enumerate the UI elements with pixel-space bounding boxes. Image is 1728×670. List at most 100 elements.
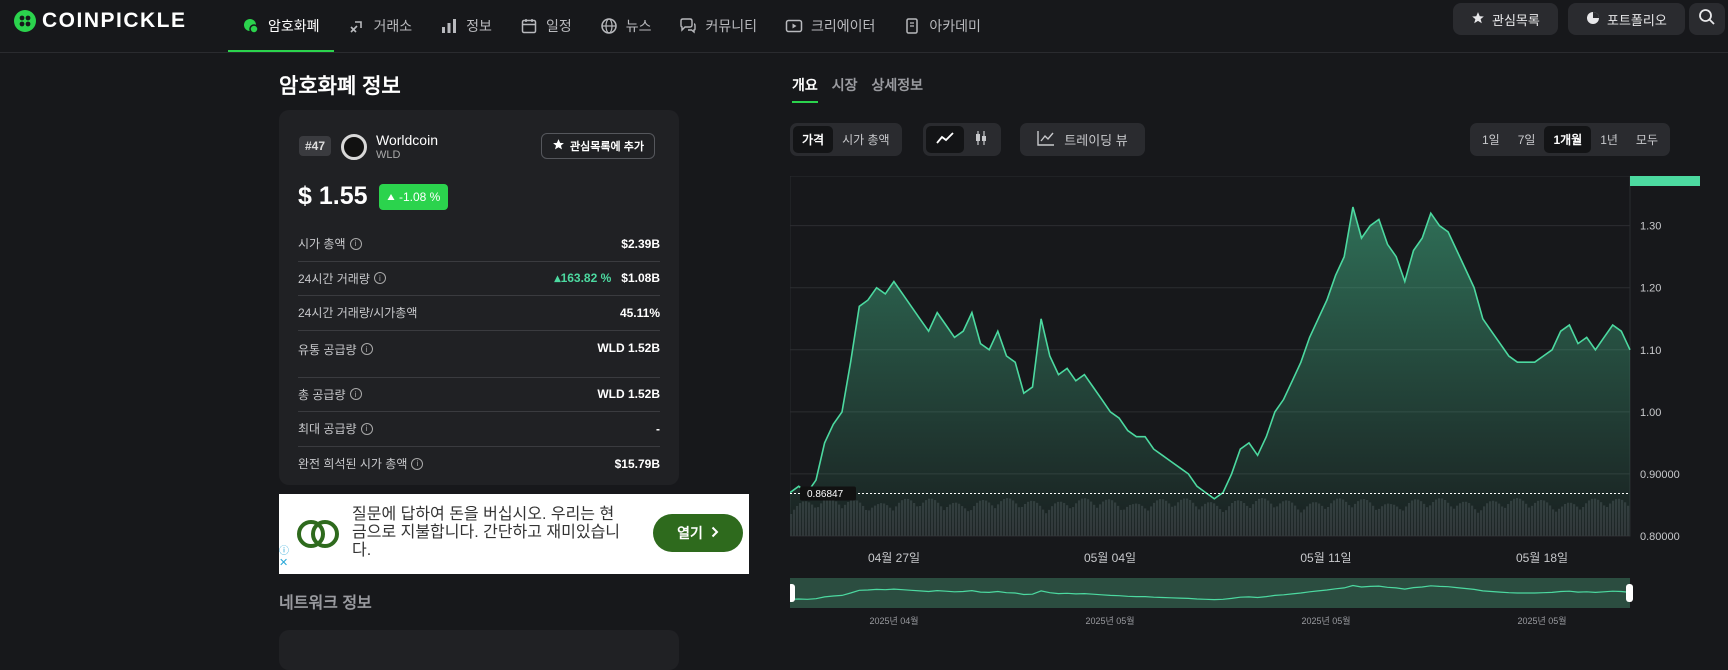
nav-item-community[interactable]: 커뮤니티 [665,0,771,52]
line-chart-option[interactable] [926,126,964,153]
volume-change-value: 163.82 % [560,271,612,286]
rank-badge: #47 [299,136,332,156]
stat-label: 유통 공급량 [298,342,357,357]
stat-value: $2.39B [621,236,660,251]
range-7d[interactable]: 7일 [1509,126,1545,153]
coinpickle-logo[interactable]: COINPICKLE [14,9,187,33]
range-1d[interactable]: 1일 [1473,126,1509,153]
nav-item-news[interactable]: 뉴스 [586,0,666,52]
info-icon[interactable]: i [411,457,424,470]
watchlist-button[interactable]: 관심목록 [1453,3,1558,35]
calendar-icon [520,17,538,35]
stat-label: 완전 희석된 시가 총액 [298,457,408,472]
volume-change: ▴163.82 % [555,271,612,285]
worldcoin-logo-icon [341,134,367,160]
pie-chart-icon [1586,11,1600,28]
metric-price-option[interactable]: 가격 [793,126,834,153]
nav-item-info[interactable]: 정보 [426,0,506,52]
navigator-tick-label: 2025년 05월 [1301,615,1350,626]
nav-item-label: 정보 [466,18,492,34]
stat-value: WLD 1.52B [597,340,660,355]
nav-item-creator[interactable]: 크리에이터 [771,0,889,52]
metric-toggle: 가격 시가 총액 [790,123,902,156]
detail-tabs: 개요 시장 상세정보 [792,75,923,103]
price-chart[interactable]: 0.86847 1.30 1.20 1.10 1.00 0.90000 0.80000 0… [790,176,1700,626]
y-tick-label: 1.10 [1640,345,1661,357]
watchlist-label: 관심목록 [1492,12,1540,28]
stat-label: 24시간 거래량 [298,271,370,286]
stat-row-market-cap: 시가 총액 i $2.39B [298,227,660,262]
navigator-tick-label: 2025년 04월 [869,615,918,626]
globe-icon [600,17,618,35]
tradingview-label: 트레이딩 뷰 [1064,133,1128,148]
tab-market[interactable]: 시장 [832,75,858,103]
nav-item-schedule[interactable]: 일정 [506,0,586,52]
ad-close-icon[interactable]: ✕ [279,556,288,569]
exchange-icon [348,17,366,35]
ad-logo-icon [296,518,340,555]
trend-chart-icon [1037,130,1055,149]
search-button[interactable] [1689,3,1725,35]
navigator-left-handle[interactable] [790,584,795,602]
range-1m[interactable]: 1개월 [1544,126,1592,153]
y-tick-label: 0.80000 [1640,531,1680,543]
portfolio-label: 포트폴리오 [1607,12,1667,28]
ad-info-icon[interactable]: ⓘ [279,542,289,557]
star-icon [1471,11,1485,28]
nav-item-exchange[interactable]: 거래소 [334,0,427,52]
tab-overview[interactable]: 개요 [792,75,818,103]
star-icon [552,138,565,154]
price-area [790,207,1630,536]
stat-value: $1.08B [621,271,660,286]
nav-item-academy[interactable]: 아카데미 [889,0,995,52]
range-selector: 1일 7일 1개월 1년 모두 [1470,123,1671,156]
nav-item-label: 크리에이터 [811,18,876,34]
stat-label: 24시간 거래량/시가총액 [298,306,418,321]
nav-item-label: 거래소 [373,18,413,34]
bar-chart-icon [440,17,458,35]
y-tick-label: 1.30 [1640,221,1661,233]
tradingview-button[interactable]: 트레이딩 뷰 [1020,123,1145,156]
metric-marketcap-option[interactable]: 시가 총액 [833,126,899,153]
chevron-right-icon [711,525,719,541]
nav-item-label: 일정 [545,18,572,34]
info-icon[interactable]: i [349,237,362,250]
ad-banner[interactable]: 질문에 답하여 돈을 버십시오. 우리는 현금으로 지불합니다. 간단하고 재미… [279,494,749,574]
stats-list: 시가 총액 i $2.39B 24시간 거래량 i ▴163.82 % $1.08B … [298,227,660,481]
ad-open-button[interactable]: 열기 [653,514,743,552]
stat-value: 45.11% [619,305,660,320]
portfolio-button[interactable]: 포트폴리오 [1568,3,1685,35]
nav-item-label: 커뮤니티 [705,18,757,34]
info-icon[interactable]: i [360,422,373,435]
range-all[interactable]: 모두 [1627,126,1667,153]
navigator-track[interactable] [790,578,1630,608]
current-price-marker [1630,176,1700,186]
x-tick-label: 05월 11일 [1300,551,1351,565]
navigator-right-handle[interactable] [1626,584,1633,602]
network-info-card [279,630,679,670]
add-to-watchlist-button[interactable]: 관심목록에 추가 [541,133,655,159]
network-info-title: 네트워크 정보 [279,595,372,612]
x-tick-label: 04월 27일 [868,551,920,565]
price-change-value: -1.08 % [399,190,441,204]
book-icon [903,17,921,35]
nav-item-crypto[interactable]: 암호화폐 [228,0,334,52]
range-1y[interactable]: 1년 [1591,126,1627,153]
info-icon[interactable]: i [349,388,362,401]
candlestick-icon [973,130,989,149]
tab-details[interactable]: 상세정보 [872,75,924,103]
stat-value: $15.79B [614,456,660,471]
stat-row-total-supply: 총 공급량 i WLD 1.52B [298,378,660,412]
info-icon[interactable]: i [360,343,373,355]
candle-chart-option[interactable] [964,126,998,153]
logo-icon [14,10,36,32]
stat-value: - [656,421,660,436]
coin-icon [242,17,260,35]
line-chart-icon [935,131,955,148]
ad-text: 질문에 답하여 돈을 버십시오. 우리는 현금으로 지불합니다. 간단하고 재미… [352,506,621,559]
add-to-watchlist-label: 관심목록에 추가 [570,141,644,153]
info-icon[interactable]: i [373,272,386,285]
triangle-up-icon [387,190,395,204]
reference-label: 0.86847 [807,489,844,500]
x-tick-label: 05월 18일 [1516,551,1568,565]
